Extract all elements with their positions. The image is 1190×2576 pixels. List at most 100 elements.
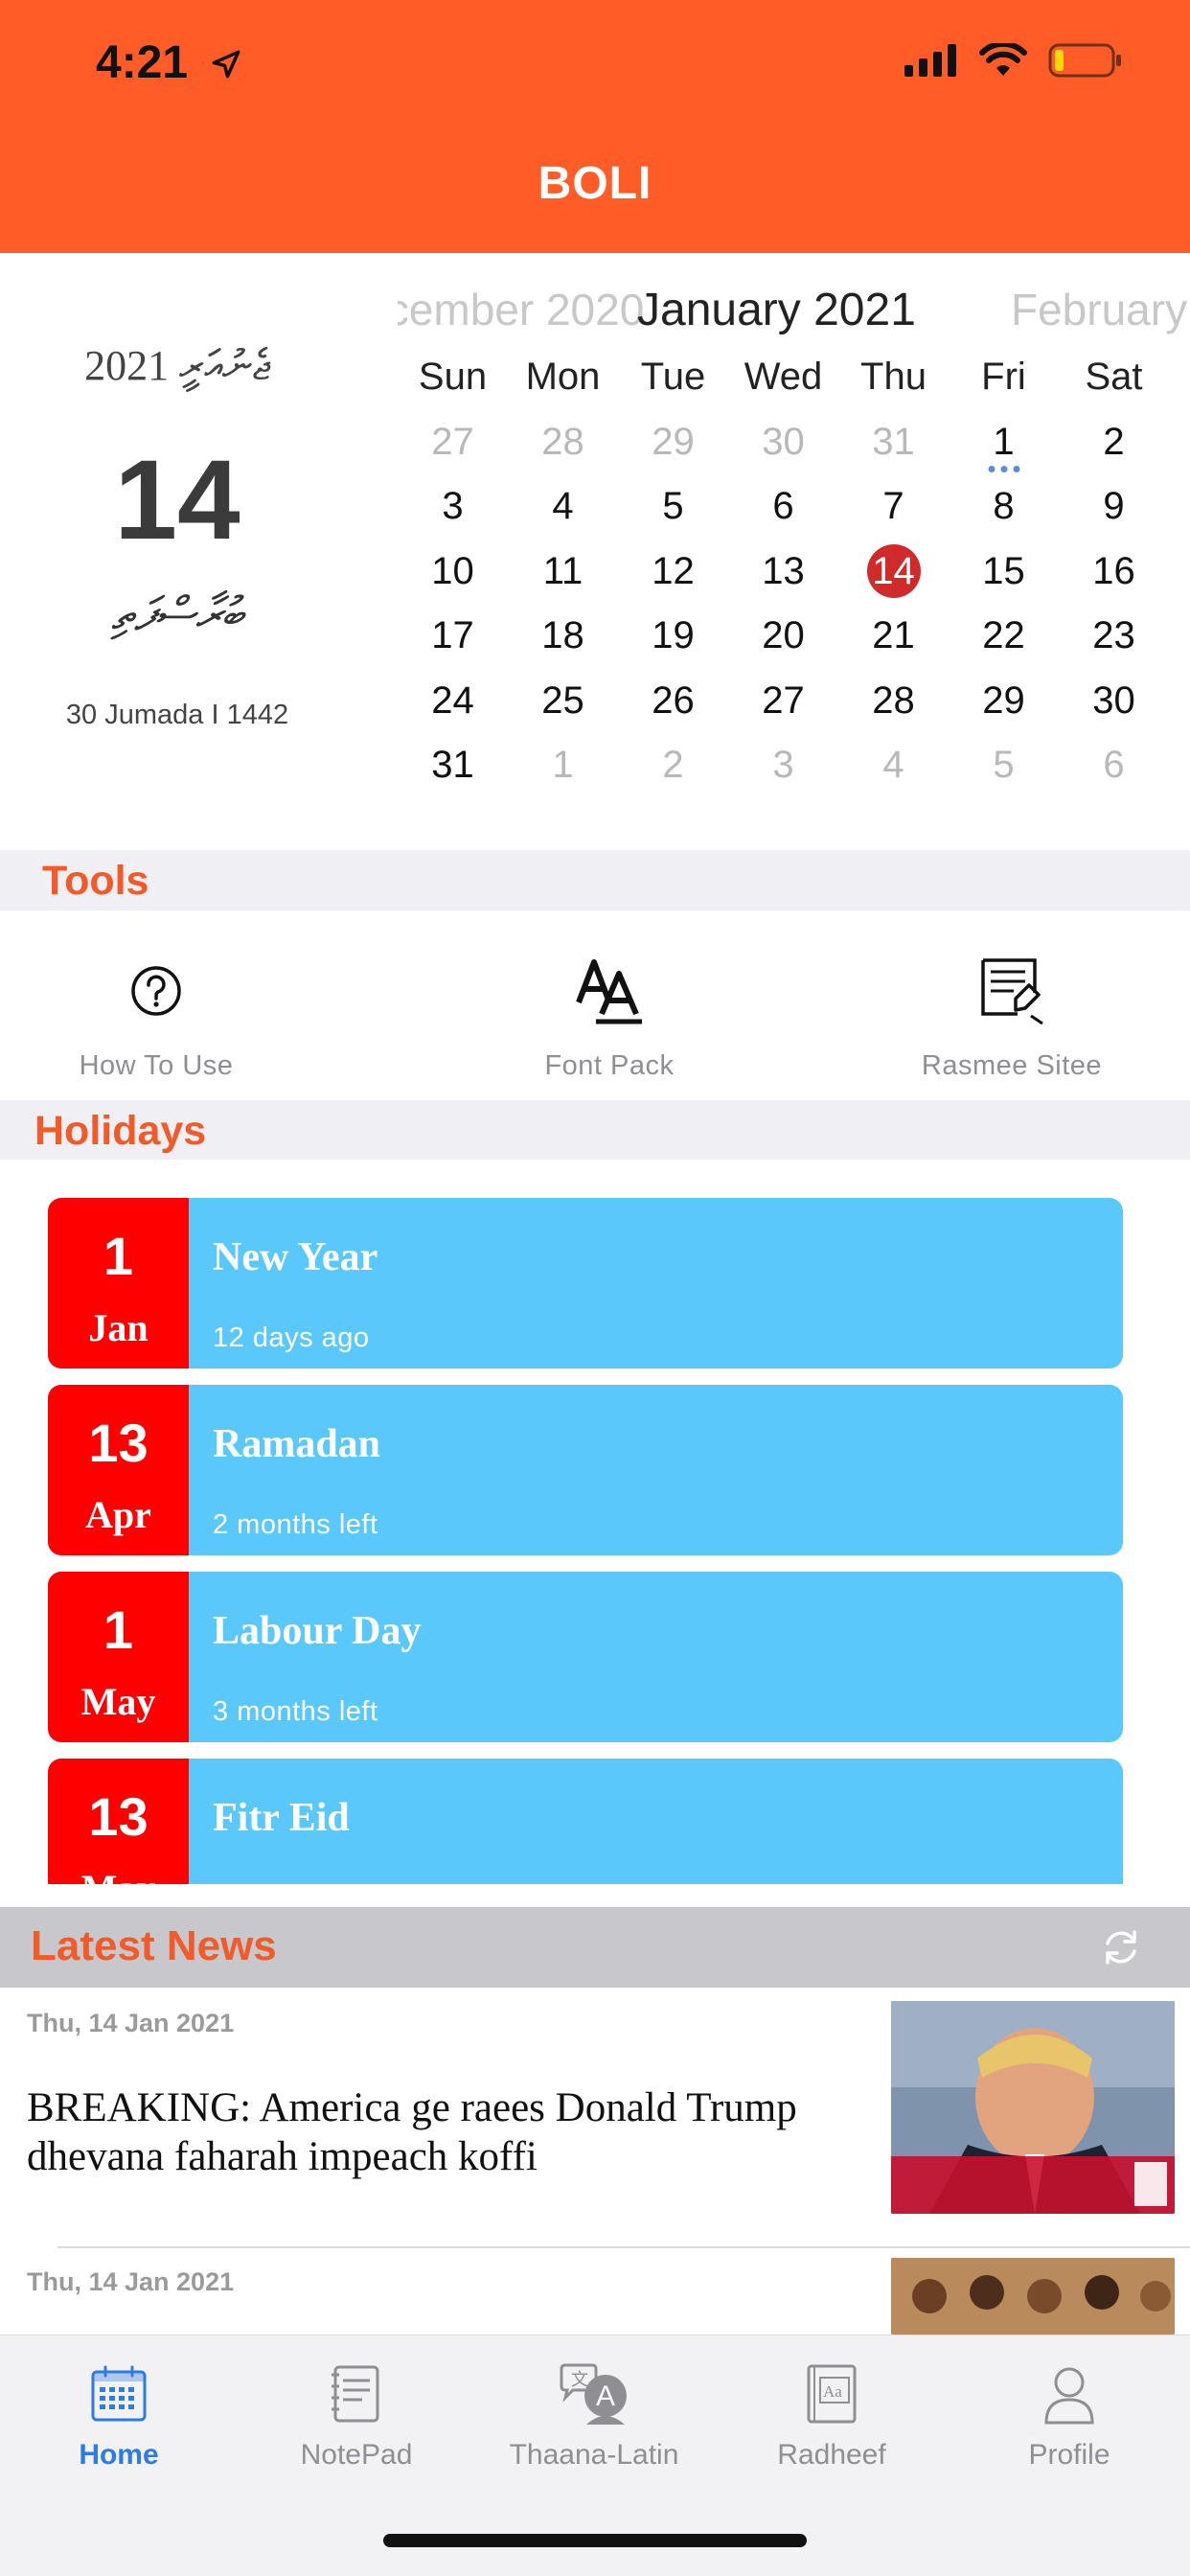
calendar-day[interactable]: 18	[508, 604, 618, 669]
holidays-title: Holidays	[34, 1108, 207, 1154]
thaana-weekday: ބުރާސްފަތި	[111, 589, 243, 640]
holiday-day: 1	[103, 1226, 134, 1286]
calendar-day[interactable]: 31	[838, 410, 949, 475]
hijri-date: 30 Jumada I 1442	[65, 700, 289, 730]
calendar-day[interactable]: 11	[508, 540, 618, 605]
home-indicator[interactable]	[383, 2534, 807, 2547]
tab-label: Thaana-Latin	[509, 2439, 679, 2471]
calendar-day[interactable]: 6	[1059, 733, 1169, 798]
calendar-day[interactable]: 5	[618, 474, 728, 540]
tools-row: How To Use Font Pack Rasmee Sitee	[0, 910, 1190, 1100]
holidays-section-header: Holidays	[0, 1100, 1190, 1160]
calendar-day[interactable]: 19	[618, 604, 728, 669]
tab-radheef[interactable]: Aa Radheef	[713, 2360, 950, 2472]
tool-font-pack[interactable]: Font Pack	[466, 953, 753, 1082]
news-item[interactable]: Thu, 14 Jan 2021	[27, 2246, 1190, 2334]
calendar-day[interactable]: 17	[398, 604, 508, 669]
today-day-number: 14	[114, 437, 240, 564]
person-icon	[950, 2360, 1188, 2427]
news-headline: BREAKING: America ge raees Donald Trump …	[27, 2085, 797, 2179]
calendar-day[interactable]: 8	[949, 474, 1059, 540]
calendar-day[interactable]: 4	[508, 474, 618, 540]
calendar-day[interactable]: 12	[618, 540, 728, 605]
calendar-week: 3 4 5 6 7 8 9	[398, 474, 1169, 540]
calendar-day[interactable]: 27	[398, 410, 508, 475]
calendar-week: 24 25 26 27 28 29 30	[398, 669, 1169, 734]
calendar-day[interactable]: 21	[838, 604, 949, 669]
tools-title: Tools	[42, 858, 149, 904]
holiday-month: May	[80, 1680, 156, 1723]
calendar-day-today[interactable]: 14	[838, 540, 949, 605]
calendar-day[interactable]: 25	[508, 669, 618, 734]
question-circle-icon	[12, 953, 300, 1029]
svg-text:A: A	[596, 2380, 615, 2412]
location-arrow-icon	[210, 39, 242, 92]
event-dots-indicator	[988, 466, 1019, 472]
tab-home[interactable]: Home	[0, 2360, 238, 2472]
weekday-header-row: Sun Mon Tue Wed Thu Fri Sat	[398, 345, 1169, 410]
holiday-card[interactable]: 13 Apr Ramadan 2 months left	[48, 1385, 1123, 1555]
tab-notepad[interactable]: NotePad	[238, 2360, 475, 2472]
today-summary: 2021 ޖެނުއަރީ 14 ބުރާސްފަތި 30 Jumada I …	[29, 253, 326, 828]
calendar-day[interactable]: 16	[1059, 540, 1169, 605]
news-date: Thu, 14 Jan 2021	[27, 2009, 235, 2037]
calendar-day[interactable]: 1	[949, 410, 1059, 475]
next-month-label[interactable]: February 2021	[1011, 284, 1190, 335]
holiday-relative-time: 2 months left	[213, 1509, 378, 1540]
month-scroller[interactable]: December 2020 January 2021 February 2021	[398, 272, 1190, 345]
prev-month-label[interactable]: December 2020	[398, 284, 644, 335]
holiday-card[interactable]: 1 May Labour Day 3 months left	[48, 1572, 1123, 1742]
calendar-day[interactable]: 27	[728, 669, 838, 734]
calendar-day[interactable]: 20	[728, 604, 838, 669]
app-title: BOLI	[538, 158, 652, 209]
calendar-day[interactable]: 23	[1059, 604, 1169, 669]
tab-thaana-latin[interactable]: 文 A Thaana-Latin	[475, 2360, 713, 2472]
calendar-day[interactable]: 2	[1059, 410, 1169, 475]
calendar-day[interactable]: 26	[618, 669, 728, 734]
holiday-info: Ramadan 2 months left	[189, 1385, 1123, 1555]
refresh-icon[interactable]	[1098, 1924, 1144, 1975]
weekday-label: Tue	[640, 356, 706, 398]
calendar-day[interactable]: 10	[398, 540, 508, 605]
news-item[interactable]: Thu, 14 Jan 2021 BREAKING: America ge ra…	[0, 1988, 1190, 2246]
holiday-relative-time: 3 months left	[213, 1696, 378, 1727]
calendar-day[interactable]: 30	[728, 410, 838, 475]
tool-label: Font Pack	[544, 1050, 675, 1081]
calendar-day[interactable]: 28	[508, 410, 618, 475]
holiday-month: Apr	[85, 1493, 151, 1536]
calendar-day[interactable]: 28	[838, 669, 949, 734]
calendar-day[interactable]: 9	[1059, 474, 1169, 540]
calendar-day[interactable]: 31	[398, 733, 508, 798]
tool-how-to-use[interactable]: How To Use	[12, 953, 300, 1082]
calendar-day[interactable]: 5	[949, 733, 1059, 798]
holiday-card[interactable]: 13 May Fitr Eid	[48, 1759, 1123, 1884]
holiday-day: 1	[103, 1599, 134, 1660]
tool-rasmee-sitee[interactable]: Rasmee Sitee	[868, 953, 1156, 1082]
tools-section-header: Tools	[0, 850, 1190, 910]
calendar-icon	[0, 2360, 238, 2427]
calendar-day[interactable]: 1	[508, 733, 618, 798]
holiday-info: Fitr Eid	[189, 1759, 1123, 1884]
calendar-day[interactable]: 7	[838, 474, 949, 540]
calendar-day[interactable]: 4	[838, 733, 949, 798]
calendar-day[interactable]: 30	[1059, 669, 1169, 734]
calendar-day[interactable]: 3	[398, 474, 508, 540]
tab-profile[interactable]: Profile	[950, 2360, 1188, 2472]
holiday-date-badge: 1 May	[48, 1572, 189, 1742]
weekday-label: Mon	[525, 356, 601, 398]
calendar-day[interactable]: 13	[728, 540, 838, 605]
holiday-info: Labour Day 3 months left	[189, 1572, 1123, 1742]
news-thumbnail-image	[891, 2001, 1175, 2214]
calendar-day[interactable]: 3	[728, 733, 838, 798]
calendar-day[interactable]: 6	[728, 474, 838, 540]
calendar-day[interactable]: 15	[949, 540, 1059, 605]
holiday-info: New Year 12 days ago	[189, 1198, 1123, 1368]
calendar-day[interactable]: 29	[949, 669, 1059, 734]
calendar-day[interactable]: 2	[618, 733, 728, 798]
calendar-day[interactable]: 29	[618, 410, 728, 475]
holiday-card[interactable]: 1 Jan New Year 12 days ago	[48, 1198, 1123, 1368]
status-time-text: 4:21	[96, 37, 189, 88]
holidays-list[interactable]: 1 Jan New Year 12 days ago 13 Apr Ramada…	[48, 1198, 1123, 1884]
calendar-day[interactable]: 22	[949, 604, 1059, 669]
calendar-day[interactable]: 24	[398, 669, 508, 734]
